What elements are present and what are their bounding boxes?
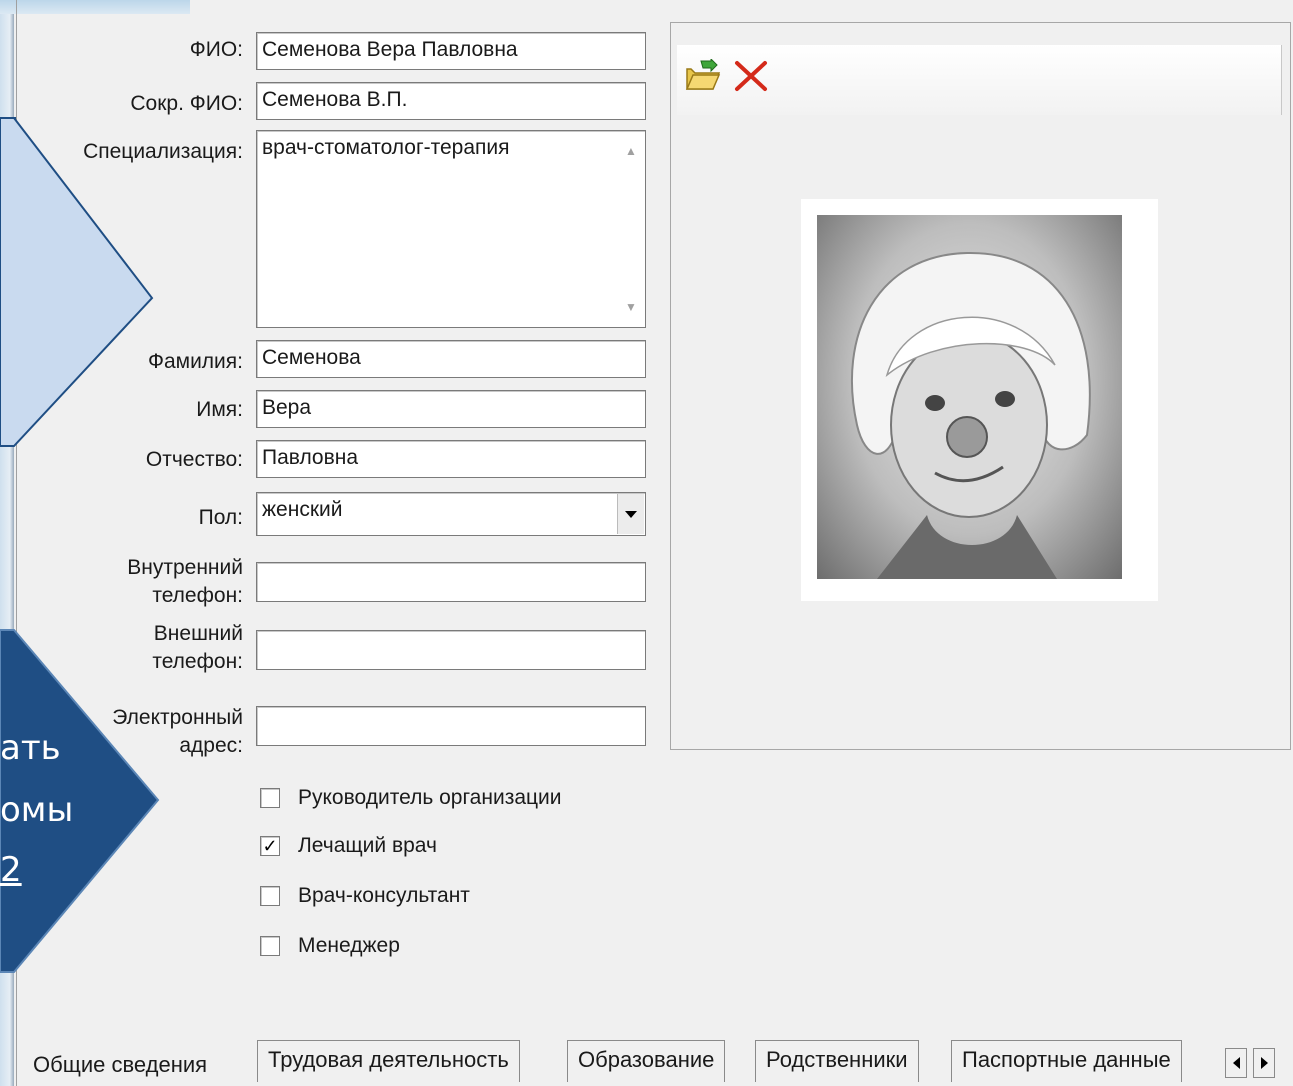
photo-toolbar <box>677 45 1282 115</box>
name-field[interactable]: Вера <box>256 390 646 428</box>
checkbox-org-head[interactable] <box>260 788 280 808</box>
external-phone-field[interactable] <box>256 630 646 670</box>
tab-work-history[interactable]: Трудовая деятельность <box>257 1040 520 1082</box>
tab-passport-data[interactable]: Паспортные данные <box>951 1040 1182 1082</box>
delete-x-icon[interactable] <box>733 59 769 93</box>
gender-dropdown-button[interactable] <box>617 494 644 534</box>
tab-scroll-right-button[interactable] <box>1253 1048 1275 1078</box>
fio-field[interactable]: Семенова Вера Павловна <box>256 32 646 70</box>
checkbox-attending-doctor-label[interactable]: Лечащий врач <box>298 834 437 858</box>
arrow-right-icon <box>1260 1057 1268 1069</box>
name-label: Имя: <box>196 398 243 421</box>
portrait-drawing <box>850 251 1091 579</box>
photo-panel <box>670 22 1291 750</box>
checkmark-icon: ✓ <box>262 836 278 856</box>
checkbox-consultant[interactable] <box>260 886 280 906</box>
tab-education[interactable]: Образование <box>567 1040 726 1082</box>
email-field[interactable] <box>256 706 646 746</box>
slide-arrow-text-line3: 2 <box>0 850 22 890</box>
internal-phone-field[interactable] <box>256 562 646 602</box>
gender-value: женский <box>262 498 343 521</box>
patronymic-field[interactable]: Павловна <box>256 440 646 478</box>
slide-arrow-decorations <box>0 117 160 973</box>
slide-arrow-text-line1: ать <box>0 728 61 768</box>
tab-bar: Общие сведения Трудовая деятельность Обр… <box>17 1036 1293 1086</box>
arrow-left-icon <box>1232 1057 1240 1069</box>
specialization-text: врач-стоматолог-терапия <box>262 136 510 159</box>
light-arrow-shape <box>0 117 154 447</box>
slide-arrow-text-line2: омы <box>0 790 74 830</box>
tab-relatives[interactable]: Родственники <box>755 1040 919 1082</box>
scroll-up-icon[interactable]: ▲ <box>625 137 637 165</box>
tab-general-info[interactable]: Общие сведения <box>23 1046 217 1086</box>
scroll-down-icon[interactable]: ▼ <box>625 293 637 321</box>
checkbox-consultant-label[interactable]: Врач-консультант <box>298 884 470 908</box>
folder-open-icon[interactable] <box>685 59 721 93</box>
checkbox-manager[interactable] <box>260 936 280 956</box>
short-fio-field[interactable]: Семенова В.П. <box>256 82 646 120</box>
specialization-textarea[interactable]: врач-стоматолог-терапия ▲ ▼ <box>256 130 646 328</box>
photo-frame <box>801 199 1158 601</box>
specialization-scrollbar[interactable]: ▲ ▼ <box>621 133 643 325</box>
checkbox-manager-label[interactable]: Менеджер <box>298 934 400 958</box>
chevron-down-icon <box>625 510 637 518</box>
checkbox-org-head-label[interactable]: Руководитель организации <box>298 786 561 810</box>
gender-label: Пол: <box>198 506 243 529</box>
gender-select[interactable]: женский <box>256 492 646 536</box>
surname-field[interactable]: Семенова <box>256 340 646 378</box>
tab-scroll-left-button[interactable] <box>1225 1048 1247 1078</box>
checkbox-attending-doctor[interactable]: ✓ <box>260 836 280 856</box>
portrait-image <box>817 215 1122 579</box>
